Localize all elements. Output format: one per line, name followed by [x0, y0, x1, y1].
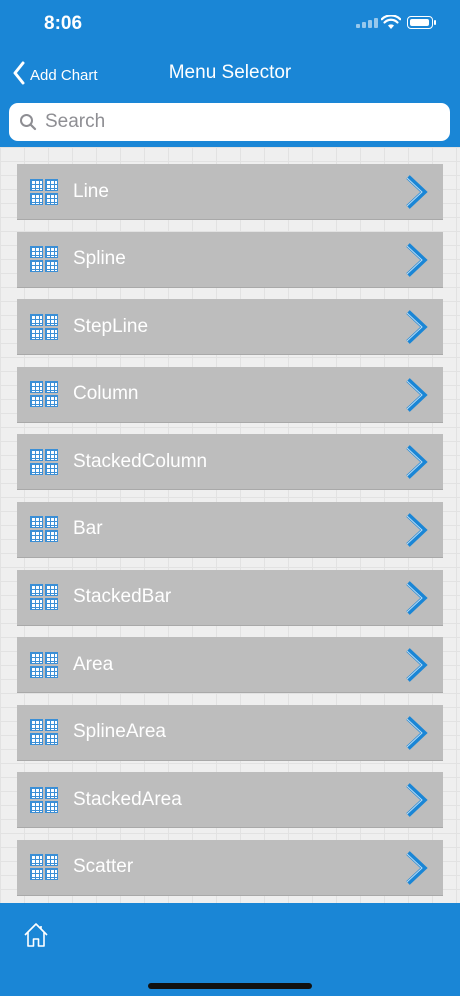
list-item-label: StackedArea	[73, 788, 182, 810]
grid-icon	[30, 246, 58, 273]
chevron-right-icon[interactable]	[403, 782, 429, 823]
list-item[interactable]: Line	[17, 164, 443, 220]
list-item[interactable]: Bar	[17, 501, 443, 558]
header: 8:06 Add Chart Menu Selector	[0, 0, 460, 147]
grid-icon	[30, 854, 58, 881]
chevron-right-icon[interactable]	[403, 377, 429, 418]
grid-icon	[30, 178, 58, 205]
chevron-right-icon[interactable]	[403, 444, 429, 485]
list-item-label: Spline	[73, 248, 126, 270]
status-time: 8:06	[44, 13, 83, 34]
list-item-label: StackedColumn	[73, 450, 208, 472]
list-item[interactable]: Area	[17, 637, 443, 694]
chevron-right-icon[interactable]	[403, 715, 429, 756]
list-item[interactable]: Column	[17, 366, 443, 423]
list-item[interactable]: Spline	[17, 231, 443, 288]
search-bar[interactable]	[9, 103, 450, 141]
chevron-right-icon[interactable]	[403, 512, 429, 553]
chevron-right-icon[interactable]	[403, 309, 429, 350]
list-item[interactable]: StepLine	[17, 299, 443, 356]
list-item-label: StackedBar	[73, 586, 172, 608]
list-item-label: Line	[73, 180, 109, 202]
grid-icon	[30, 651, 58, 678]
grid-icon	[30, 516, 58, 543]
grid-icon	[30, 381, 58, 408]
grid-icon	[30, 313, 58, 340]
list-item-label: SplineArea	[73, 721, 166, 743]
chevron-right-icon[interactable]	[403, 580, 429, 621]
chart-type-list: Line Spline StepLine Column StackedColumn Bar…	[17, 164, 443, 903]
search-input[interactable]	[43, 110, 427, 134]
chevron-right-icon[interactable]	[403, 242, 429, 283]
list-item-label: Area	[73, 653, 114, 675]
chevron-right-icon[interactable]	[403, 850, 429, 891]
chevron-right-icon[interactable]	[403, 647, 429, 688]
chevron-right-icon[interactable]	[403, 174, 429, 215]
home-indicator[interactable]	[148, 983, 312, 989]
chart-type-list-area[interactable]: Line Spline StepLine Column StackedColumn Bar…	[0, 147, 460, 903]
list-item-label: Scatter	[73, 856, 134, 878]
list-item-label: Bar	[73, 518, 103, 540]
wifi-icon	[380, 14, 402, 35]
list-item[interactable]: Scatter	[17, 839, 443, 896]
home-icon[interactable]	[22, 921, 50, 954]
tab-bar	[0, 903, 460, 996]
page-title: Menu Selector	[168, 62, 292, 83]
list-item[interactable]: StackedBar	[17, 569, 443, 626]
grid-icon	[30, 719, 58, 746]
list-item[interactable]: SplineArea	[17, 704, 443, 761]
list-item-label: StepLine	[73, 315, 149, 337]
battery-icon	[407, 16, 436, 29]
cellular-signal-icon	[356, 18, 378, 28]
list-item[interactable]: StackedColumn	[17, 434, 443, 491]
list-item[interactable]: StackedArea	[17, 772, 443, 829]
list-item-label: Column	[73, 383, 139, 405]
grid-icon	[30, 448, 58, 475]
grid-icon	[30, 584, 58, 611]
search-icon	[19, 113, 37, 131]
grid-icon	[30, 786, 58, 813]
